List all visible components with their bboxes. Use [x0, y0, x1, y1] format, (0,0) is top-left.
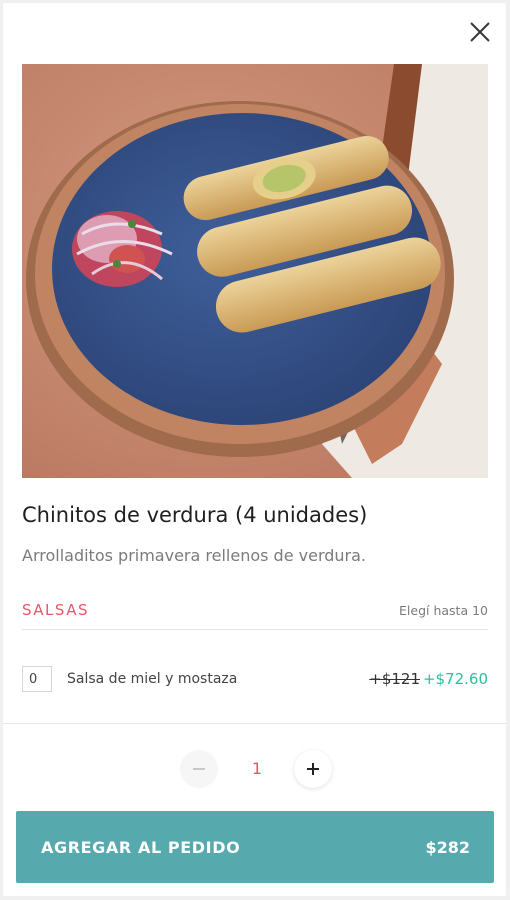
- product-modal: Chinitos de verdura (4 unidades) Arrolla…: [3, 3, 506, 896]
- decrease-button[interactable]: [180, 750, 218, 788]
- add-to-order-price: $282: [425, 838, 470, 857]
- product-description: Arrolladitos primavera rellenos de verdu…: [22, 546, 367, 565]
- option-new-price: +$72.60: [422, 670, 488, 688]
- increase-button[interactable]: [294, 750, 332, 788]
- option-old-price: +$121: [369, 670, 420, 688]
- options-group-title: SALSAS: [22, 601, 90, 619]
- add-to-order-button[interactable]: AGREGAR AL PEDIDO $282: [16, 811, 494, 883]
- option-item: 0 Salsa de miel y mostaza +$121 +$72.60: [22, 663, 488, 697]
- product-image: [22, 64, 488, 478]
- quantity-value: 1: [251, 759, 263, 778]
- minus-icon: [193, 768, 205, 770]
- option-label: Salsa de miel y mostaza: [67, 671, 238, 687]
- option-quantity-input[interactable]: 0: [22, 666, 52, 692]
- plus-icon: [307, 763, 319, 775]
- close-icon: [470, 22, 490, 42]
- product-title: Chinitos de verdura (4 unidades): [22, 503, 368, 527]
- add-to-order-label: AGREGAR AL PEDIDO: [41, 838, 241, 857]
- options-group-limit: Elegí hasta 10: [399, 603, 488, 618]
- options-group-header: SALSAS Elegí hasta 10: [22, 599, 488, 630]
- quantity-stepper: 1: [180, 750, 336, 788]
- divider: [3, 723, 506, 724]
- close-button[interactable]: [465, 17, 495, 47]
